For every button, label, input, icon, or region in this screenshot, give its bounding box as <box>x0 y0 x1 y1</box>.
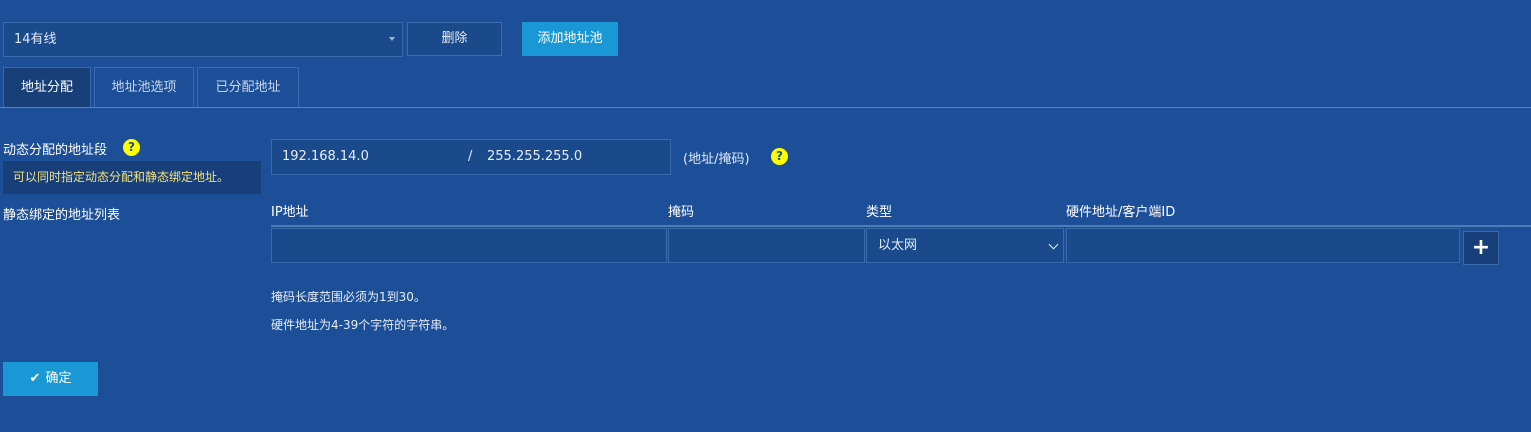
dynamic-range-input[interactable]: 192.168.14.0 / 255.255.255.0 <box>271 139 671 175</box>
column-header-type: 类型 <box>866 205 893 220</box>
dynamic-range-label: 动态分配的地址段 <box>3 143 108 158</box>
delete-button[interactable]: 删除 <box>407 22 502 56</box>
column-header-mask: 掩码 <box>668 205 695 220</box>
static-list-label: 静态绑定的地址列表 <box>3 208 121 223</box>
tab-pool-options[interactable]: 地址池选项 <box>94 67 194 107</box>
add-pool-button[interactable]: 添加地址池 <box>522 22 618 56</box>
column-header-hw: 硬件地址/客户端ID <box>1066 205 1176 220</box>
pool-select-value: 14有线 <box>14 32 57 47</box>
ip-input[interactable] <box>271 228 667 263</box>
range-ip: 192.168.14.0 <box>282 149 369 164</box>
check-icon: ✔ <box>29 371 41 386</box>
tab-address-allocation[interactable]: 地址分配 <box>3 67 91 107</box>
confirm-label: 确定 <box>45 371 72 386</box>
pool-select[interactable]: 14有线 <box>3 22 403 57</box>
help-icon[interactable]: ? <box>123 139 140 156</box>
help-icon[interactable]: ? <box>771 148 788 165</box>
range-hint: (地址/掩码) <box>683 152 750 167</box>
tab-assigned-addresses[interactable]: 已分配地址 <box>197 67 299 107</box>
confirm-button[interactable]: ✔ 确定 <box>3 362 98 396</box>
range-mask: 255.255.255.0 <box>487 149 583 164</box>
mask-input[interactable] <box>668 228 865 263</box>
hw-length-note: 硬件地址为4-39个字符的字符串。 <box>271 318 455 332</box>
type-select-value: 以太网 <box>878 238 918 253</box>
range-separator: / <box>468 149 473 164</box>
add-row-button[interactable]: + <box>1463 231 1499 265</box>
tab-divider <box>0 107 1531 108</box>
dynamic-tip: 可以同时指定动态分配和静态绑定地址。 <box>3 161 261 194</box>
type-select[interactable]: 以太网 <box>866 228 1064 263</box>
chevron-down-icon <box>1048 239 1059 250</box>
table-header-divider <box>271 225 1531 227</box>
dropdown-arrow-icon <box>389 37 395 41</box>
column-header-ip: IP地址 <box>271 205 309 220</box>
mask-range-note: 掩码长度范围必须为1到30。 <box>271 290 426 304</box>
hw-address-input[interactable] <box>1066 228 1460 263</box>
